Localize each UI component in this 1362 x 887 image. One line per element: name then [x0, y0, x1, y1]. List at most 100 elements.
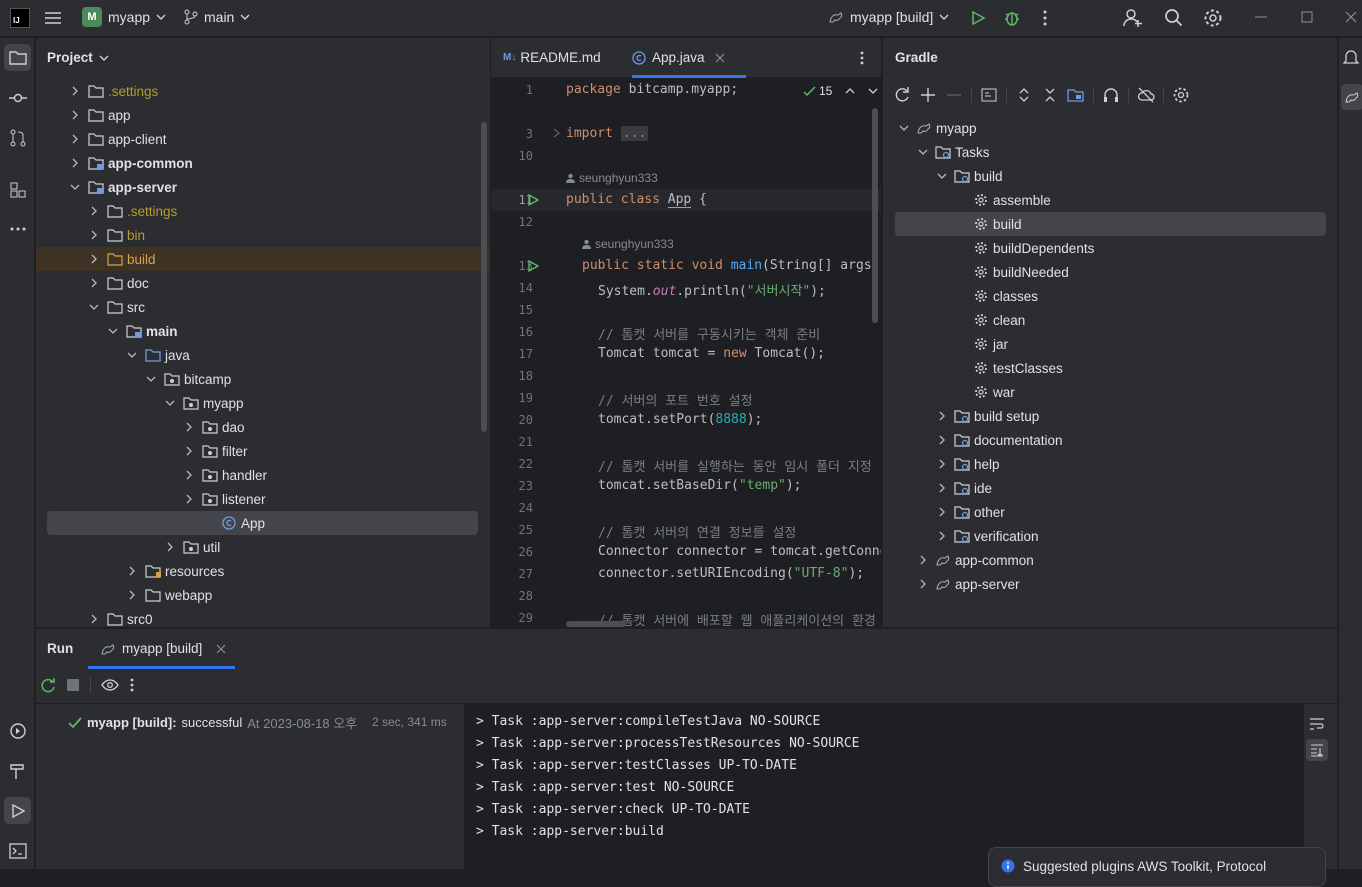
code-line[interactable]: // 톰캣 서버를 구동시키는 객체 준비	[598, 324, 820, 343]
chevron-down-icon[interactable]	[916, 145, 930, 159]
code-line[interactable]: public class App {	[566, 192, 707, 208]
gradle-task-item[interactable]: clean	[883, 308, 1337, 332]
code-line[interactable]: package bitcamp.myapp;	[566, 82, 738, 97]
chevron-right-icon[interactable]	[182, 468, 196, 482]
gradle-tool-button[interactable]	[1341, 84, 1362, 110]
editor-scrollbar[interactable]	[872, 108, 878, 323]
project-tree-item[interactable]: resources	[36, 559, 490, 583]
tasks-view-icon[interactable]	[980, 86, 998, 104]
code-author-hint[interactable]: seunghyun333	[582, 237, 674, 251]
services-tool-button[interactable]	[4, 717, 31, 744]
notifications-tool-button[interactable]	[1343, 48, 1359, 66]
toggle-offline-icon[interactable]	[1102, 86, 1120, 104]
run-tab-myapp-build[interactable]: myapp [build]	[100, 641, 226, 656]
code-line[interactable]: // 톰캣 서버를 실행하는 동안 임시 폴더 지정	[598, 456, 872, 475]
analyze-dependencies-icon[interactable]	[1067, 86, 1085, 104]
tab-app-java[interactable]: App.java	[632, 50, 725, 65]
build-tool-button[interactable]	[4, 757, 31, 784]
project-tree-item[interactable]: handler	[36, 463, 490, 487]
chevron-right-icon[interactable]	[87, 276, 101, 290]
chevron-right-icon[interactable]	[68, 156, 82, 170]
project-tree-item[interactable]: App	[47, 511, 478, 535]
close-tab-icon[interactable]	[216, 644, 226, 654]
chevron-right-icon[interactable]	[125, 588, 139, 602]
gradle-tree-item[interactable]: verification	[883, 524, 1337, 548]
more-vertical-icon[interactable]	[129, 677, 135, 693]
chevron-right-icon[interactable]	[163, 540, 177, 554]
project-tree-item[interactable]: myapp	[36, 391, 490, 415]
gradle-tree-item[interactable]: app-common	[883, 548, 1337, 572]
run-button[interactable]	[970, 10, 986, 26]
scroll-to-end-button[interactable]	[1306, 739, 1328, 761]
project-tree-item[interactable]: .settings	[36, 79, 490, 103]
chevron-down-icon[interactable]	[935, 169, 949, 183]
chevron-right-icon[interactable]	[935, 433, 949, 447]
inspection-widget[interactable]: 15	[803, 84, 878, 98]
project-tree-item[interactable]: app-common	[36, 151, 490, 175]
chevron-right-icon[interactable]	[935, 409, 949, 423]
chevron-down-icon[interactable]	[163, 396, 177, 410]
pull-requests-tool-button[interactable]	[4, 124, 31, 151]
more-actions-button[interactable]	[1040, 9, 1050, 27]
chevron-right-icon[interactable]	[935, 457, 949, 471]
more-tools-button[interactable]	[4, 215, 31, 242]
code-line[interactable]: // 서버의 포트 번호 설정	[598, 390, 753, 409]
chevron-right-icon[interactable]	[68, 108, 82, 122]
project-tree-item[interactable]: java	[36, 343, 490, 367]
chevron-right-icon[interactable]	[935, 481, 949, 495]
chevron-right-icon[interactable]	[916, 577, 930, 591]
eye-icon[interactable]	[101, 678, 119, 692]
project-panel-header[interactable]: Project	[47, 50, 109, 65]
chevron-down-icon[interactable]	[144, 372, 158, 386]
notification-balloon[interactable]: Suggested plugins AWS Toolkit, Protocol	[988, 847, 1326, 887]
chevron-right-icon[interactable]	[916, 553, 930, 567]
editor-more-button[interactable]	[859, 50, 865, 66]
structure-tool-button[interactable]	[4, 176, 31, 203]
code-line[interactable]: import ...	[566, 126, 649, 141]
rerun-icon[interactable]	[40, 677, 56, 693]
code-line[interactable]: tomcat.setBaseDir("temp");	[598, 478, 802, 493]
chevron-right-icon[interactable]	[935, 529, 949, 543]
project-scrollbar[interactable]	[481, 122, 487, 432]
project-tool-button[interactable]	[4, 44, 31, 71]
chevron-right-icon[interactable]	[68, 84, 82, 98]
close-tab-icon[interactable]	[715, 53, 725, 63]
main-menu-icon[interactable]	[44, 10, 62, 26]
project-tree-item[interactable]: webapp	[36, 583, 490, 607]
project-tree-item[interactable]: src	[36, 295, 490, 319]
chevron-right-icon[interactable]	[87, 204, 101, 218]
offline-mode-icon[interactable]	[1137, 86, 1155, 104]
debug-button[interactable]	[1003, 9, 1021, 27]
project-tree-item[interactable]: dao	[36, 415, 490, 439]
fold-arrow-icon[interactable]	[553, 128, 561, 138]
gradle-settings-icon[interactable]	[1172, 86, 1190, 104]
settings-button[interactable]	[1203, 8, 1223, 28]
add-user-button[interactable]	[1123, 8, 1143, 28]
chevron-right-icon[interactable]	[182, 420, 196, 434]
code-line[interactable]: connector.setURIEncoding("UTF-8");	[598, 566, 864, 581]
run-config-selector[interactable]: myapp [build]	[828, 9, 949, 25]
maximize-button[interactable]	[1300, 10, 1314, 24]
chevron-down-icon[interactable]	[106, 324, 120, 338]
gradle-tree-item[interactable]: myapp	[883, 116, 1337, 140]
chevron-up-icon[interactable]	[845, 87, 855, 95]
code-line[interactable]: System.out.println("서버시작");	[598, 280, 826, 299]
code-line[interactable]: // 톰캣 서버의 연결 정보를 설정	[598, 522, 796, 541]
gradle-tree-item[interactable]: ide	[883, 476, 1337, 500]
search-button[interactable]	[1164, 8, 1184, 28]
project-tree-item[interactable]: src0	[36, 607, 490, 627]
code-line[interactable]: public static void main(String[] args) {	[582, 258, 881, 273]
console-output[interactable]: > Task :app-server:compileTestJava NO-SO…	[464, 704, 1304, 870]
project-tree-item[interactable]: build	[36, 247, 490, 271]
code-author-hint[interactable]: seunghyun333	[566, 171, 658, 185]
project-tree-item[interactable]: util	[36, 535, 490, 559]
minimize-button[interactable]	[1254, 10, 1268, 24]
stop-icon[interactable]	[66, 678, 80, 692]
chevron-down-icon[interactable]	[125, 348, 139, 362]
terminal-tool-button[interactable]	[4, 837, 31, 864]
project-selector[interactable]: M myapp	[82, 7, 166, 27]
project-tree-item[interactable]: listener	[36, 487, 490, 511]
gradle-tree-item[interactable]: Tasks	[883, 140, 1337, 164]
project-tree-item[interactable]: doc	[36, 271, 490, 295]
code-line[interactable]: // 톰캣 서버에 배포할 웹 애플리케이션의 환경 정보	[598, 610, 881, 627]
